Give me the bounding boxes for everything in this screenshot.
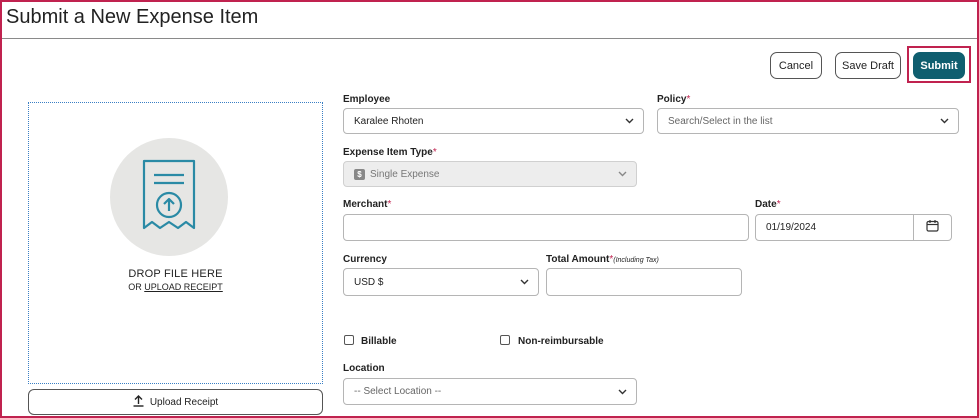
chevron-down-icon (614, 171, 630, 177)
upload-icon (133, 394, 144, 410)
title-divider (2, 38, 977, 39)
required-marker: * (686, 94, 691, 105)
required-marker: * (776, 199, 781, 210)
receipt-dropzone[interactable]: DROP FILE HERE OR UPLOAD RECEIPT (28, 102, 323, 384)
chevron-down-icon (621, 118, 637, 124)
merchant-input[interactable] (343, 214, 749, 241)
chevron-down-icon (614, 389, 630, 395)
required-marker: * (432, 147, 437, 158)
required-marker: * (387, 199, 392, 210)
calendar-icon (926, 219, 939, 237)
date-value: 01/19/2024 (766, 222, 817, 233)
currency-label: Currency (343, 254, 387, 265)
page-title: Submit a New Expense Item (6, 6, 259, 28)
drop-or-text: OR (128, 282, 145, 292)
total-amount-note: (Including Tax) (613, 257, 659, 264)
location-placeholder: -- Select Location -- (354, 386, 442, 397)
employee-label: Employee (343, 94, 391, 105)
currency-select[interactable]: USD $ (343, 268, 539, 296)
merchant-label: Merchant* (343, 199, 392, 210)
chevron-down-icon (516, 279, 532, 285)
calendar-button[interactable] (913, 214, 952, 241)
date-input[interactable]: 01/19/2024 (755, 214, 914, 241)
upload-receipt-button[interactable]: Upload Receipt (28, 389, 323, 415)
drop-file-text: DROP FILE HERE (128, 268, 223, 280)
non-reimbursable-label: Non-reimbursable (518, 336, 604, 347)
upload-receipt-button-label: Upload Receipt (149, 396, 219, 408)
billable-label: Billable (361, 336, 397, 347)
expense-item-type-value: Single Expense (370, 168, 440, 180)
submit-button[interactable]: Submit (913, 52, 965, 79)
date-label: Date* (755, 199, 781, 210)
policy-label: Policy* (657, 94, 691, 105)
drop-subtext: OR UPLOAD RECEIPT (29, 282, 322, 292)
non-reimbursable-checkbox[interactable] (500, 335, 510, 345)
expense-item-type-select: $ Single Expense (343, 161, 637, 187)
total-amount-input[interactable] (546, 268, 742, 296)
cancel-button[interactable]: Cancel (770, 52, 822, 79)
dollar-icon: $ (354, 168, 365, 180)
upload-receipt-link[interactable]: UPLOAD RECEIPT (144, 282, 223, 292)
location-select[interactable]: -- Select Location -- (343, 378, 637, 405)
chevron-down-icon (936, 118, 952, 124)
billable-checkbox[interactable] (344, 335, 354, 345)
currency-value: USD $ (354, 276, 384, 288)
policy-select[interactable]: Search/Select in the list (657, 108, 959, 134)
employee-value: Karalee Rhoten (354, 115, 424, 127)
employee-select[interactable]: Karalee Rhoten (343, 108, 644, 134)
expense-item-type-label: Expense Item Type* (343, 147, 437, 158)
save-draft-button[interactable]: Save Draft (835, 52, 901, 79)
receipt-upload-icon (110, 138, 228, 256)
total-amount-label: Total Amount*(Including Tax) (546, 254, 659, 265)
location-label: Location (343, 363, 385, 374)
policy-placeholder: Search/Select in the list (668, 115, 773, 127)
